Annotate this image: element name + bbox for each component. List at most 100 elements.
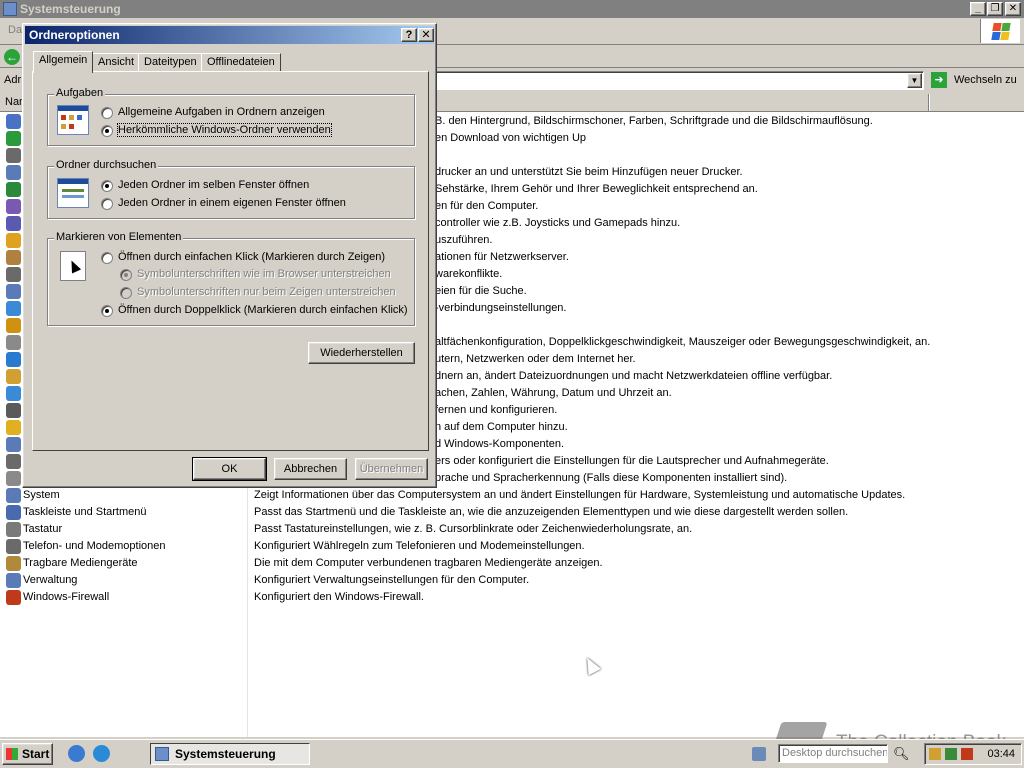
radio-single-click-circle[interactable] [101, 252, 113, 264]
control-panel-icon [155, 747, 169, 761]
item-description: B. den Hintergrund, Bildschirmschoner, F… [435, 115, 873, 127]
item-description: controller wie z.B. Joysticks und Gamepa… [435, 217, 681, 229]
chevron-down-icon[interactable]: ▼ [907, 73, 922, 88]
menu-file[interactable]: Da [8, 24, 22, 36]
item-icon [6, 352, 21, 367]
item-name: Tastatur [23, 523, 63, 535]
start-button[interactable]: Start [2, 743, 53, 765]
clock[interactable]: 03:44 [987, 748, 1015, 760]
desktop-search-input[interactable]: Desktop durchsuchen [778, 744, 888, 763]
restore-defaults-button[interactable]: Wiederherstellen [308, 342, 415, 364]
item-icon [6, 556, 21, 571]
item-description: en für den Computer. [435, 200, 539, 212]
radio-double-click-circle[interactable] [101, 305, 113, 317]
item-name: Taskleiste und Startmenü [23, 506, 147, 518]
item-icon [6, 420, 21, 435]
item-description: uszuführen. [435, 234, 493, 246]
tab-view[interactable]: Ansicht [92, 53, 141, 72]
taskbar-item-control-panel[interactable]: Systemsteuerung [150, 743, 310, 765]
same-window-icon [57, 178, 89, 208]
item-description: prache und Spracherkennung (Falls diese … [435, 472, 788, 484]
item-description: Passt das Startmenü und die Taskleiste a… [254, 506, 849, 518]
item-description: utern, Netzwerken oder dem Internet her. [435, 353, 636, 365]
cancel-button[interactable]: Abbrechen [274, 458, 347, 480]
internet-explorer-icon[interactable] [93, 745, 110, 762]
close-window-button[interactable]: ✕ [1005, 2, 1021, 16]
main-window-title: Systemsteuerung [20, 2, 121, 16]
go-button[interactable]: ➜ Wechseln zu [930, 71, 1020, 90]
tray-icon-1[interactable] [929, 748, 941, 760]
radio-underline-browser-label: Symbolunterschriften wie im Browser unte… [137, 268, 391, 280]
network-tray-icon[interactable] [752, 747, 766, 761]
item-icon [6, 165, 21, 180]
item-icon [6, 131, 21, 146]
list-item[interactable]: Taskleiste und Startmenü Passt das Startm… [0, 504, 1024, 521]
group-click-legend: Markieren von Elementen [54, 231, 184, 243]
address-input[interactable]: ▼ [420, 71, 924, 90]
item-icon [6, 182, 21, 197]
list-item[interactable]: Tastatur Passt Tastatureinstellungen, wie… [0, 521, 1024, 538]
item-icon [6, 573, 21, 588]
item-description: d Windows-Komponenten. [435, 438, 565, 450]
list-item[interactable]: Telefon- und Modemoptionen Konfiguriert W… [0, 538, 1024, 555]
radio-underline-browser-circle [120, 269, 132, 281]
system-tray: 03:44 [924, 743, 1022, 765]
cancel-button-label: Abbrechen [283, 463, 338, 475]
search-icon[interactable]: 🔍︎ [893, 746, 910, 762]
radio-show-common-tasks-circle[interactable] [101, 107, 113, 119]
tray-icon-2[interactable] [945, 748, 957, 760]
item-description: Konfiguriert den Windows-Firewall. [254, 591, 424, 603]
ok-button[interactable]: OK [192, 457, 267, 481]
apply-button[interactable]: Übernehmen [355, 458, 428, 480]
item-description: achen, Zahlen, Währung, Datum und Uhrzei… [435, 387, 672, 399]
radio-same-window-circle[interactable] [101, 180, 113, 192]
back-arrow-icon[interactable]: ← [4, 49, 20, 65]
minimize-button[interactable]: _ [970, 2, 986, 16]
apply-button-label: Übernehmen [359, 463, 424, 475]
group-tasks: Aufgaben Allgemeine Aufgaben in Ordnern … [47, 87, 415, 146]
item-name: System [23, 489, 60, 501]
dialog-close-button[interactable]: ✕ [418, 28, 434, 42]
item-icon [6, 114, 21, 129]
radio-classic-folders-circle[interactable] [101, 125, 113, 137]
taskbar: Start Systemsteuerung Desktop durchsuche… [0, 739, 1024, 768]
show-desktop-icon[interactable] [68, 745, 85, 762]
address-label: Adr [4, 74, 22, 86]
item-icon [6, 369, 21, 384]
item-icon [6, 522, 21, 537]
main-window-titlebar[interactable]: Systemsteuerung _ ❐ ✕ [0, 0, 1024, 18]
item-description: eien für die Suche. [435, 285, 527, 297]
list-item[interactable]: Tragbare Mediengeräte Die mit dem Compute… [0, 555, 1024, 572]
dialog-titlebar[interactable]: Ordneroptionen ? ✕ [25, 26, 434, 44]
item-icon [6, 488, 21, 503]
tray-icon-3[interactable] [961, 748, 973, 760]
radio-show-common-tasks-label: Allgemeine Aufgaben in Ordnern anzeigen [118, 106, 325, 118]
item-description: ers oder konfiguriert die Einstellungen … [435, 455, 829, 467]
list-item[interactable]: Verwaltung Konfiguriert Verwaltungseinste… [0, 572, 1024, 589]
list-item[interactable]: System Zeigt Informationen über das Compu… [0, 487, 1024, 504]
tab-general[interactable]: Allgemein [33, 51, 94, 73]
item-icon [6, 233, 21, 248]
radio-underline-hover-label: Symbolunterschriften nur beim Zeigen unt… [137, 286, 396, 298]
tab-file-types[interactable]: Dateitypen [138, 53, 203, 72]
dialog-title: Ordneroptionen [29, 28, 120, 42]
group-browse-legend: Ordner durchsuchen [54, 159, 159, 171]
pointer-click-icon [60, 251, 86, 281]
radio-double-click-label: Öffnen durch Doppelklick (Markieren durc… [118, 304, 408, 316]
windows-flag-icon [6, 748, 18, 760]
item-description: Die mit dem Computer verbundenen tragbar… [254, 557, 603, 569]
item-icon [6, 216, 21, 231]
help-button[interactable]: ? [401, 28, 417, 42]
item-description: fernen und konfigurieren. [435, 404, 558, 416]
group-tasks-legend: Aufgaben [54, 87, 106, 99]
radio-classic-folders-label: Herkömmliche Windows-Ordner verwenden [117, 123, 332, 137]
tab-offline-files[interactable]: Offlinedateien [201, 53, 281, 72]
item-description: warekonflikte. [435, 268, 503, 280]
restore-defaults-label: Wiederherstellen [320, 347, 403, 359]
maximize-button[interactable]: ❐ [987, 2, 1003, 16]
item-description: en Download von wichtigen Up [435, 132, 587, 144]
radio-own-window-circle[interactable] [101, 198, 113, 210]
item-icon [6, 471, 21, 486]
list-item[interactable]: Windows-Firewall Konfiguriert den Windows… [0, 589, 1024, 606]
go-arrow-icon: ➜ [931, 72, 947, 88]
